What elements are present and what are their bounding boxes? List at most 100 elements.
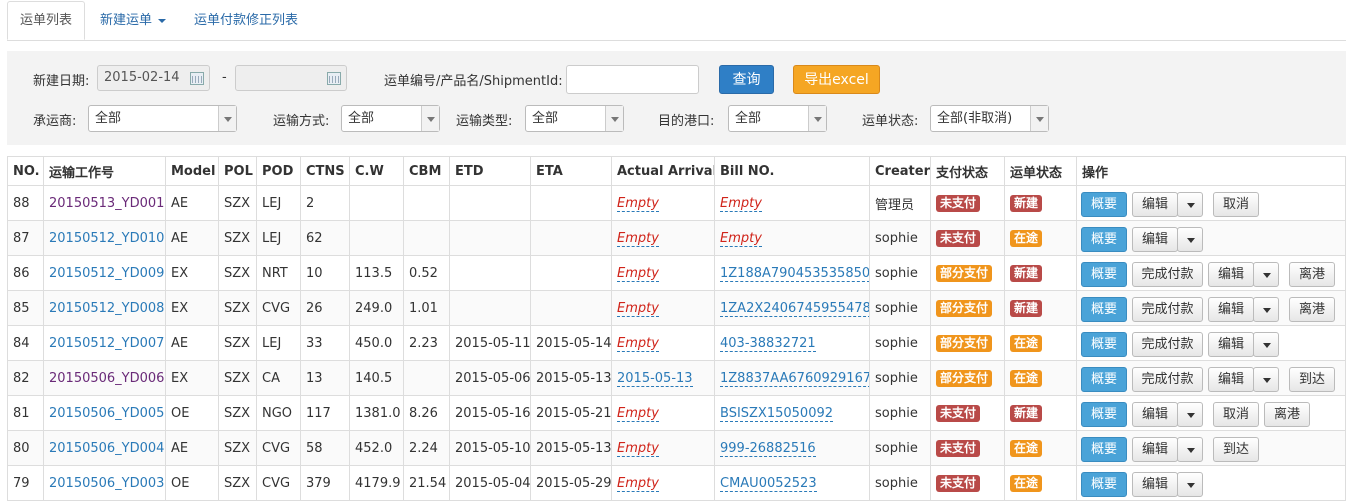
cell-model: EX [165,290,219,326]
calendar-icon[interactable] [327,72,341,85]
summary-button[interactable]: 概要 [1081,472,1127,497]
export-excel-button[interactable]: 导出excel [793,65,880,94]
cancel-button[interactable]: 取消 [1213,402,1259,427]
transport-select[interactable]: 全部 [341,105,440,132]
summary-button[interactable]: 概要 [1081,297,1127,322]
bill-editable[interactable]: Empty [720,230,762,247]
bill-editable[interactable]: 999-26882516 [720,440,816,457]
carrier-select[interactable]: 全部 [88,105,237,132]
job-no-link[interactable]: 20150506_YD005 [49,406,164,421]
edit-button[interactable]: 编辑 [1208,297,1254,322]
complete-payment-button[interactable]: 完成付款 [1132,332,1203,357]
edit-dropdown-toggle[interactable] [1177,437,1203,462]
cell-actions: 概要 编辑 到达 [1076,430,1346,466]
pay-status-badge: 部分支付 [936,299,993,317]
job-no-link[interactable]: 20150512_YD008 [49,301,164,316]
type-select[interactable]: 全部 [525,105,624,132]
bill-editable[interactable]: CMAU0052523 [720,475,817,492]
edit-button[interactable]: 编辑 [1132,192,1178,217]
depart-button[interactable]: 离港 [1289,297,1335,322]
job-no-link[interactable]: 20150506_YD003 [49,476,164,491]
column-header: ETD [449,156,531,186]
arrival-editable[interactable]: Empty [617,265,659,282]
edit-button[interactable]: 编辑 [1132,472,1178,497]
date-from-input[interactable]: 2015-02-14 [97,65,210,91]
bill-editable[interactable]: 1ZA2X2406745955478 [720,300,869,317]
edit-button[interactable]: 编辑 [1132,227,1178,252]
edit-dropdown-toggle[interactable] [1253,367,1279,392]
job-no-link[interactable]: 20150506_YD004 [49,441,164,456]
arrival-editable[interactable]: Empty [617,405,659,422]
cell-cbm [403,220,450,256]
arrival-editable[interactable]: 2015-05-13 [617,370,693,387]
summary-button[interactable]: 概要 [1081,227,1127,252]
arrival-editable[interactable]: Empty [617,335,659,352]
cell-bill-no: 1ZA2X2406745955478 [714,290,870,326]
tab-waybill-list[interactable]: 运单列表 [7,1,86,40]
complete-payment-button[interactable]: 完成付款 [1132,297,1203,322]
port-select[interactable]: 全部 [728,105,827,132]
arrive-button[interactable]: 到达 [1213,437,1259,462]
arrival-editable[interactable]: Empty [617,300,659,317]
edit-button[interactable]: 编辑 [1208,367,1254,392]
edit-dropdown-toggle[interactable] [1253,262,1279,287]
table-row: 88 20150513_YD001 AE SZX LEJ 2 Empty Empty 管理员 未支… [7,185,1346,221]
edit-dropdown-toggle[interactable] [1253,332,1279,357]
edit-button[interactable]: 编辑 [1132,437,1178,462]
cell-etd: 2015-05-04 [449,465,531,501]
complete-payment-button[interactable]: 完成付款 [1132,367,1203,392]
bill-editable[interactable]: 1Z188A790453535850 [720,265,869,282]
arrival-editable[interactable]: Empty [617,230,659,247]
cell-actions: 概要 编辑 取消 [1076,185,1346,221]
edit-dropdown-toggle[interactable] [1177,472,1203,497]
tab-new-waybill[interactable]: 新建运单 [88,2,178,39]
calendar-icon[interactable] [190,72,204,85]
cell-cbm: 1.01 [403,290,450,326]
job-no-link[interactable]: 20150512_YD010 [49,231,164,246]
arrival-editable[interactable]: Empty [617,440,659,457]
cancel-button[interactable]: 取消 [1213,192,1259,217]
status-select[interactable]: 全部(非取消) [930,105,1049,132]
summary-button[interactable]: 概要 [1081,367,1127,392]
bill-editable[interactable]: BSISZX15050092 [720,405,834,422]
depart-button[interactable]: 离港 [1264,402,1310,427]
summary-button[interactable]: 概要 [1081,437,1127,462]
summary-button[interactable]: 概要 [1081,262,1127,287]
job-no-link[interactable]: 20150513_YD001 [49,196,164,211]
cell-model: AE [165,185,219,221]
cell-pod: LEJ [256,325,301,361]
depart-button[interactable]: 离港 [1289,262,1335,287]
query-button[interactable]: 查询 [719,65,774,94]
edit-dropdown-toggle[interactable] [1177,192,1203,217]
summary-button[interactable]: 概要 [1081,192,1127,217]
keyword-input[interactable] [566,65,699,94]
summary-button[interactable]: 概要 [1081,332,1127,357]
cell-etd: 2015-05-06 [449,360,531,396]
bill-editable[interactable]: 1Z8837AA6760929167 [720,370,869,387]
edit-dropdown-toggle[interactable] [1177,227,1203,252]
cell-ctns: 13 [300,360,350,396]
bill-editable[interactable]: Empty [720,195,762,212]
tab-payment-fix-list[interactable]: 运单付款修正列表 [182,2,310,39]
job-no-link[interactable]: 20150506_YD006 [49,371,164,386]
job-no-link[interactable]: 20150512_YD009 [49,266,164,281]
complete-payment-button[interactable]: 完成付款 [1132,262,1203,287]
job-no-link[interactable]: 20150512_YD007 [49,336,164,351]
edit-button[interactable]: 编辑 [1132,402,1178,427]
date-separator: - [222,70,227,85]
arrive-button[interactable]: 到达 [1289,367,1335,392]
cell-creater: sophie [869,255,931,291]
summary-button[interactable]: 概要 [1081,402,1127,427]
edit-dropdown-toggle[interactable] [1253,297,1279,322]
arrival-editable[interactable]: Empty [617,475,659,492]
edit-button[interactable]: 编辑 [1208,262,1254,287]
arrival-editable[interactable]: Empty [617,195,659,212]
edit-dropdown-toggle[interactable] [1177,402,1203,427]
table-header: NO. 运输工作号 Model POL POD CTNS C.W CBM ETD ETA Actua… [7,156,1346,186]
bill-editable[interactable]: 403-38832721 [720,335,816,352]
cell-pod: LEJ [256,220,301,256]
date-to-input[interactable] [235,65,347,91]
actions-group: 概要 完成付款 编辑 到达 [1078,362,1345,395]
edit-button[interactable]: 编辑 [1208,332,1254,357]
cell-eta [530,255,612,291]
